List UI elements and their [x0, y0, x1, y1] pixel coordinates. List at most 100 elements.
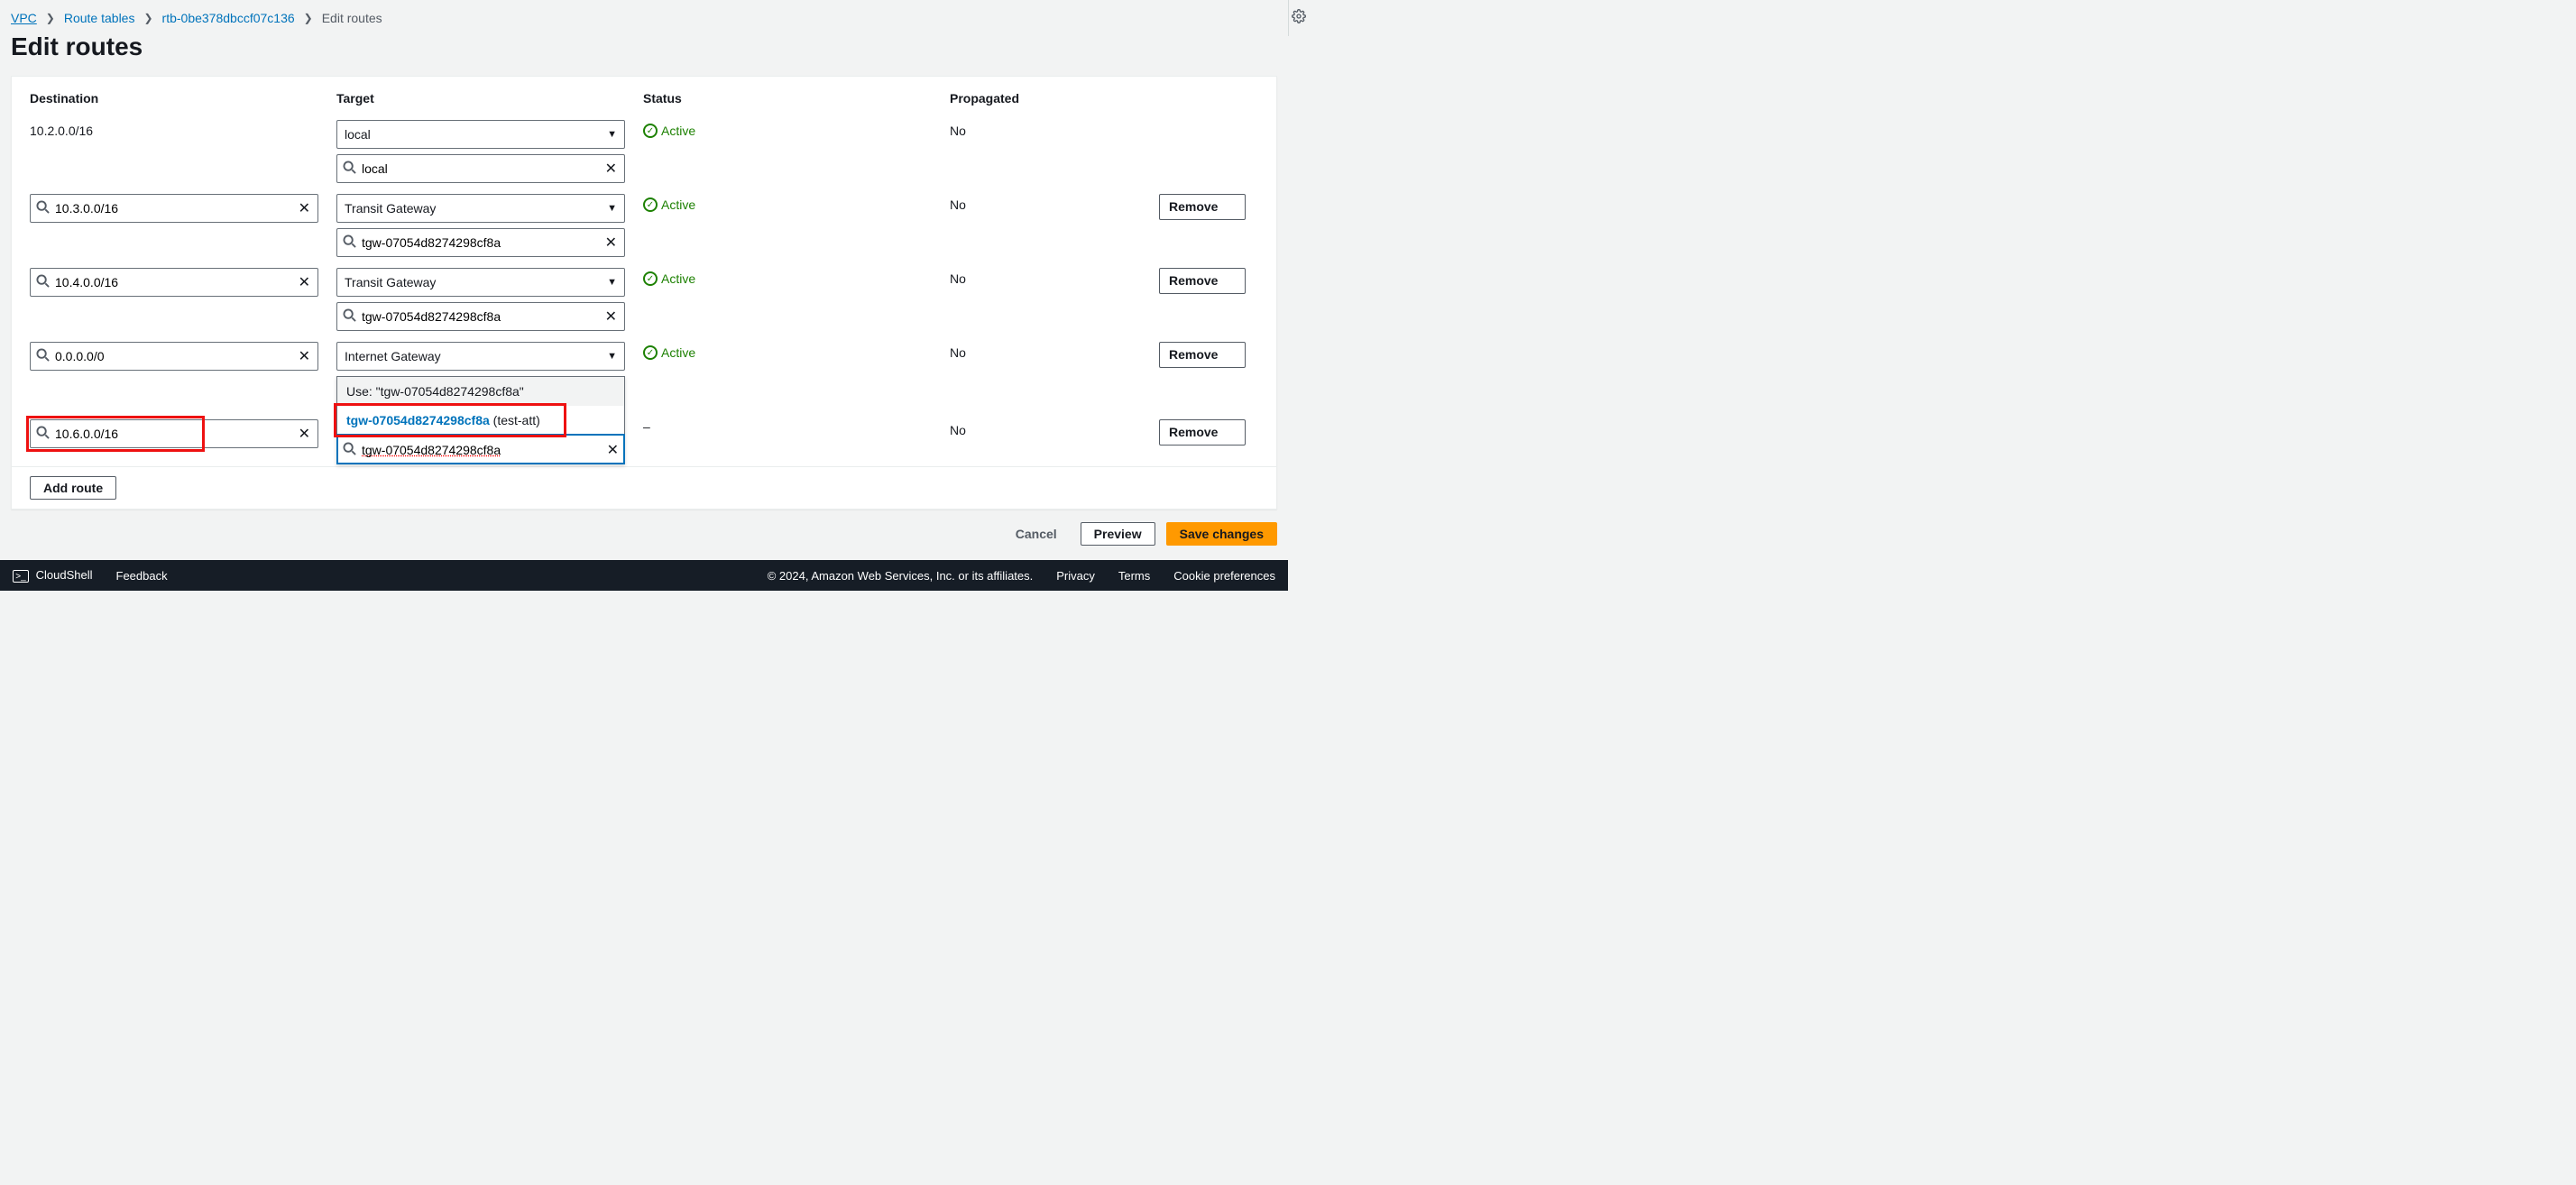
save-changes-button[interactable]: Save changes — [1166, 522, 1277, 546]
triangle-down-icon: ▼ — [607, 203, 617, 214]
breadcrumb-vpc[interactable]: VPC — [11, 11, 37, 25]
target-select-value: local — [345, 127, 371, 142]
propagated-value: No — [950, 419, 1159, 437]
footer-bar: >_ CloudShell Feedback © 2024, Amazon We… — [0, 560, 1288, 591]
destination-input[interactable] — [55, 275, 297, 289]
dropdown-option-name: (test-att) — [490, 413, 540, 427]
check-circle-icon: ✓ — [643, 198, 658, 212]
search-icon — [36, 426, 50, 442]
remove-button[interactable]: Remove — [1159, 419, 1246, 446]
copyright-text: © 2024, Amazon Web Services, Inc. or its… — [768, 569, 1034, 583]
clear-icon[interactable]: ✕ — [297, 347, 312, 365]
remove-button[interactable]: Remove — [1159, 194, 1246, 220]
target-search-input[interactable] — [362, 235, 603, 250]
target-select[interactable]: Transit Gateway ▼ — [336, 268, 625, 297]
header-target: Target — [336, 91, 643, 106]
cookie-preferences-link[interactable]: Cookie preferences — [1173, 569, 1275, 583]
clear-icon[interactable]: ✕ — [603, 160, 619, 178]
destination-input[interactable] — [55, 201, 297, 216]
cloudshell-icon: >_ — [13, 570, 29, 583]
status-active: ✓ Active — [643, 342, 695, 360]
check-circle-icon: ✓ — [643, 271, 658, 286]
feedback-link[interactable]: Feedback — [116, 569, 168, 583]
target-select[interactable]: Internet Gateway ▼ — [336, 342, 625, 371]
propagated-value: No — [950, 120, 1159, 138]
status-active: ✓ Active — [643, 268, 695, 286]
cloudshell-link[interactable]: >_ CloudShell — [13, 568, 93, 583]
chevron-right-icon: ❯ — [46, 12, 55, 24]
target-search[interactable]: ✕ — [336, 302, 625, 331]
triangle-down-icon: ▼ — [607, 277, 617, 288]
breadcrumb-route-tables[interactable]: Route tables — [64, 11, 135, 25]
destination-input-wrap[interactable]: ✕ — [30, 419, 318, 448]
target-select[interactable]: Transit Gateway ▼ — [336, 194, 625, 223]
header-status: Status — [643, 91, 950, 106]
remove-button[interactable]: Remove — [1159, 268, 1246, 294]
add-route-row: Add route — [12, 466, 1276, 509]
destination-static: 10.2.0.0/16 — [30, 120, 336, 138]
destination-input-wrap[interactable]: ✕ — [30, 342, 318, 371]
add-route-button[interactable]: Add route — [30, 476, 116, 500]
dropdown-search-input[interactable] — [362, 443, 607, 457]
breadcrumb-rtb-id[interactable]: rtb-0be378dbccf07c136 — [162, 11, 295, 25]
routes-header: Destination Target Status Propagated — [30, 86, 1258, 115]
clear-icon[interactable]: ✕ — [603, 308, 619, 326]
destination-input[interactable] — [55, 349, 297, 363]
route-row: ✕ Transit Gateway ▼ ✕ ✓ — [30, 262, 1258, 336]
clear-icon[interactable]: ✕ — [297, 425, 312, 443]
header-destination: Destination — [30, 91, 336, 106]
target-dropdown: Use: "tgw-07054d8274298cf8a" tgw-07054d8… — [336, 376, 625, 464]
terms-link[interactable]: Terms — [1118, 569, 1150, 583]
dropdown-search[interactable]: ✕ — [337, 435, 624, 464]
target-select-value: Transit Gateway — [345, 275, 436, 289]
search-icon — [343, 234, 356, 251]
header-propagated: Propagated — [950, 91, 1159, 106]
clear-icon[interactable]: ✕ — [607, 441, 619, 459]
target-search[interactable]: ✕ — [336, 154, 625, 183]
clear-icon[interactable]: ✕ — [297, 199, 312, 217]
search-icon — [36, 200, 50, 216]
dropdown-option-tgw[interactable]: tgw-07054d8274298cf8a (test-att) — [337, 406, 624, 435]
check-circle-icon: ✓ — [643, 345, 658, 360]
search-icon — [36, 348, 50, 364]
search-icon — [343, 442, 356, 458]
remove-button[interactable]: Remove — [1159, 342, 1246, 368]
propagated-value: No — [950, 268, 1159, 286]
action-bar: Cancel Preview Save changes — [0, 510, 1288, 551]
chevron-right-icon: ❯ — [143, 12, 152, 24]
target-search-input[interactable] — [362, 309, 603, 324]
breadcrumb-current: Edit routes — [322, 11, 382, 25]
chevron-right-icon: ❯ — [304, 12, 313, 24]
destination-input-wrap[interactable]: ✕ — [30, 268, 318, 297]
destination-input-wrap[interactable]: ✕ — [30, 194, 318, 223]
search-icon — [36, 274, 50, 290]
privacy-link[interactable]: Privacy — [1056, 569, 1095, 583]
target-search-input[interactable] — [362, 161, 603, 176]
clear-icon[interactable]: ✕ — [297, 273, 312, 291]
gear-icon[interactable] — [1292, 9, 1306, 26]
page-title: Edit routes — [0, 29, 1288, 76]
propagated-value: No — [950, 194, 1159, 212]
target-search[interactable]: ✕ — [336, 228, 625, 257]
search-icon — [343, 308, 356, 325]
destination-input[interactable] — [55, 427, 297, 441]
routes-panel: Destination Target Status Propagated 10.… — [11, 76, 1277, 510]
route-row: ✕ Transit Gateway ▼ ✕ ✓ — [30, 188, 1258, 262]
preview-button[interactable]: Preview — [1081, 522, 1155, 546]
breadcrumb: VPC ❯ Route tables ❯ rtb-0be378dbccf07c1… — [0, 0, 1288, 29]
dropdown-option-use[interactable]: Use: "tgw-07054d8274298cf8a" — [337, 377, 624, 406]
right-gear-rail — [1288, 0, 1308, 36]
propagated-value: No — [950, 342, 1159, 360]
search-icon — [343, 161, 356, 177]
target-select[interactable]: local ▼ — [336, 120, 625, 149]
cancel-button[interactable]: Cancel — [1003, 522, 1070, 546]
clear-icon[interactable]: ✕ — [603, 234, 619, 252]
status-active: ✓ Active — [643, 120, 695, 138]
triangle-down-icon: ▼ — [607, 129, 617, 140]
status-active: ✓ Active — [643, 194, 695, 212]
check-circle-icon: ✓ — [643, 124, 658, 138]
route-row: ✕ – No Remove — [30, 414, 1258, 454]
route-row: 10.2.0.0/16 local ▼ ✕ ✓ Active — [30, 115, 1258, 188]
triangle-down-icon: ▼ — [607, 351, 617, 362]
dropdown-option-id: tgw-07054d8274298cf8a — [346, 413, 490, 427]
